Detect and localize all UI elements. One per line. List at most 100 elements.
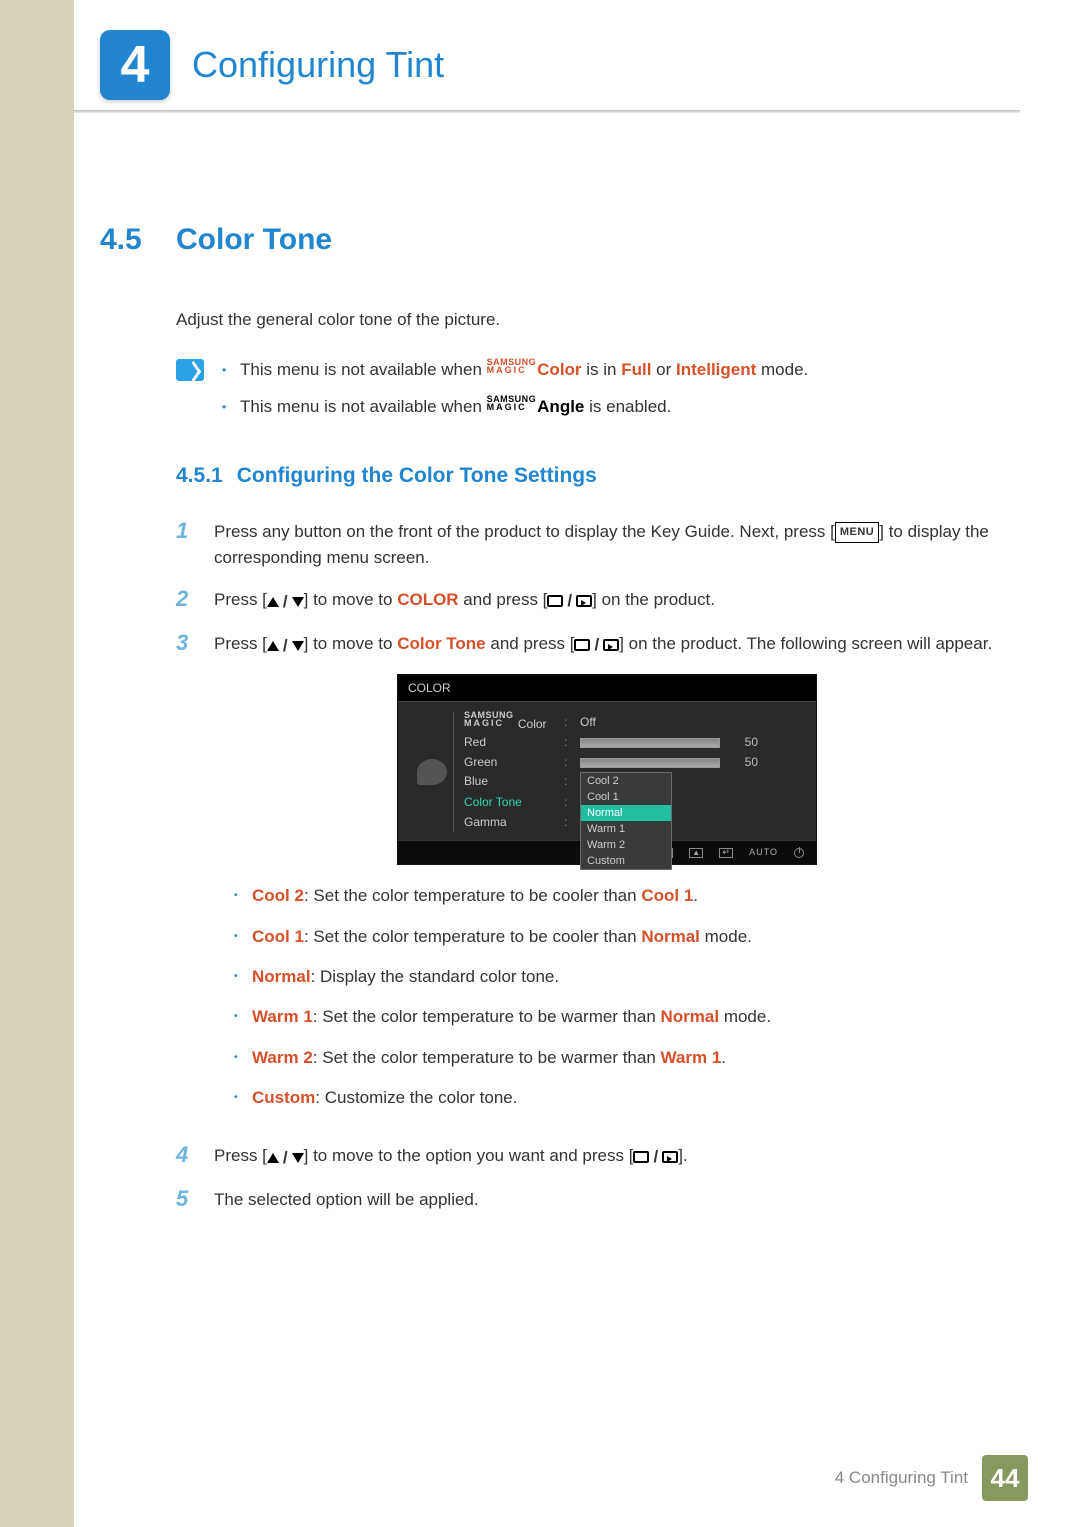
osd-screenshot: COLOR SAMSUNGMAGIC Color : Off	[214, 674, 1000, 866]
hl: Full	[621, 360, 651, 379]
step-body: The selected option will be applied.	[214, 1187, 1000, 1213]
step-number: 4	[176, 1143, 198, 1171]
text: is enabled.	[584, 397, 671, 416]
samsung-magic-logo: SAMSUNGMAGIC	[464, 711, 514, 727]
chapter-title: Configuring Tint	[192, 44, 444, 86]
step-item: 1 Press any button on the front of the p…	[176, 519, 1000, 572]
osd-option-selected: Normal	[581, 805, 671, 821]
hl: Angle	[537, 397, 584, 416]
text: Press [	[214, 590, 267, 609]
text: This menu is not available when	[240, 360, 487, 379]
osd-label: Blue	[464, 772, 556, 791]
enter-source-icon: /	[633, 1144, 678, 1170]
note-item: This menu is not available when SAMSUNGM…	[222, 357, 808, 383]
step-item: 5 The selected option will be applied.	[176, 1187, 1000, 1213]
text: ].	[678, 1146, 687, 1165]
text: Press [	[214, 1146, 267, 1165]
option-descriptions: Cool 2: Set the color temperature to be …	[234, 883, 1000, 1111]
samsung-magic-logo: SAMSUNGMAGIC	[487, 358, 537, 374]
palette-icon	[417, 759, 447, 785]
section-title: Color Tone	[176, 223, 332, 257]
osd-row-green: Green: 50	[464, 752, 804, 772]
text: or	[651, 360, 676, 379]
option-item: Warm 2: Set the color temperature to be …	[234, 1045, 1000, 1071]
osd-label: Green	[464, 753, 556, 772]
osd-row-magiccolor: SAMSUNGMAGIC Color : Off	[464, 712, 804, 732]
subsection-number: 4.5.1	[176, 464, 223, 487]
osd-value: Off	[580, 713, 804, 732]
samsung-magic-logo: SAMSUNGMAGIC	[487, 395, 537, 411]
osd-option: Cool 2	[581, 773, 671, 789]
step-list: 1 Press any button on the front of the p…	[176, 519, 1000, 1214]
text: Press any button on the front of the pro…	[214, 522, 835, 541]
osd-dropdown: Cool 2 Cool 1 Normal Warm 1 Warm 2 Custo…	[580, 772, 672, 870]
note-list: This menu is not available when SAMSUNGM…	[222, 357, 808, 430]
section-number: 4.5	[100, 223, 158, 257]
option-item: Cool 1: Set the color temperature to be …	[234, 924, 1000, 950]
osd-option: Custom	[581, 853, 671, 869]
step-number: 3	[176, 631, 198, 1127]
up-down-icon: /	[267, 589, 304, 615]
text: and press [	[486, 634, 575, 653]
text: and press [	[459, 590, 548, 609]
osd-label: SAMSUNGMAGIC Color	[464, 711, 556, 734]
option-item: Warm 1: Set the color temperature to be …	[234, 1004, 1000, 1030]
hl: Color Tone	[397, 634, 485, 653]
section-heading: 4.5 Color Tone	[100, 223, 1000, 257]
up-down-icon: /	[267, 1145, 304, 1171]
text: ] to move to the option you want and pre…	[304, 1146, 634, 1165]
text: ] on the product. The following screen w…	[619, 634, 992, 653]
note-icon	[176, 359, 204, 381]
step-number: 1	[176, 519, 198, 572]
osd-row-blue: Blue: Cool 2 Cool 1 Normal Warm 1 Wa	[464, 772, 804, 792]
step-number: 5	[176, 1187, 198, 1213]
osd-value: 50	[728, 753, 758, 772]
option-item: Normal: Display the standard color tone.	[234, 964, 1000, 990]
hl: Intelligent	[676, 360, 756, 379]
text: ] to move to	[304, 634, 398, 653]
text: This menu is not available when	[240, 397, 487, 416]
section-intro: Adjust the general color tone of the pic…	[176, 307, 1000, 333]
subsection-title: Configuring the Color Tone Settings	[237, 464, 597, 487]
osd-label-selected: Color Tone	[464, 793, 556, 812]
subsection-heading: 4.5.1 Configuring the Color Tone Settings	[176, 460, 1000, 493]
text: mode.	[756, 360, 808, 379]
step-body: Press [/] to move to the option you want…	[214, 1143, 1000, 1171]
osd-row-red: Red: 50	[464, 732, 804, 752]
step-item: 3 Press [/] to move to Color Tone and pr…	[176, 631, 1000, 1127]
enter-source-icon: /	[547, 588, 592, 614]
footer-chapter-ref: 4 Configuring Tint	[835, 1468, 968, 1488]
osd-rows: SAMSUNGMAGIC Color : Off Red: 50	[464, 712, 804, 832]
up-down-icon: /	[267, 633, 304, 659]
text: ] on the product.	[592, 590, 715, 609]
chapter-number-badge: 4	[100, 30, 170, 100]
hl: COLOR	[397, 590, 458, 609]
osd-category-icon-col	[410, 712, 454, 832]
osd-label: Red	[464, 733, 556, 752]
slider-icon	[580, 758, 720, 768]
osd-option: Warm 1	[581, 821, 671, 837]
page-content: 4 Configuring Tint 4.5 Color Tone Adjust…	[0, 0, 1080, 1214]
section-body: Adjust the general color tone of the pic…	[176, 307, 1000, 1214]
chapter-header: 4 Configuring Tint	[100, 30, 1000, 100]
hl: Color	[537, 360, 581, 379]
power-icon	[794, 848, 804, 858]
enter-source-icon: /	[574, 632, 619, 658]
osd-value: 50	[728, 733, 758, 752]
step-item: 4 Press [/] to move to the option you wa…	[176, 1143, 1000, 1171]
osd-window: COLOR SAMSUNGMAGIC Color : Off	[397, 674, 817, 866]
step-body: Press any button on the front of the pro…	[214, 519, 1000, 572]
step-body: Press [/] to move to Color Tone and pres…	[214, 631, 1000, 1127]
text: Press [	[214, 634, 267, 653]
option-item: Cool 2: Set the color temperature to be …	[234, 883, 1000, 909]
page-footer: 4 Configuring Tint 44	[835, 1455, 1028, 1501]
step-item: 2 Press [/] to move to COLOR and press […	[176, 587, 1000, 615]
menu-button-icon: MENU	[835, 522, 879, 543]
page-number-badge: 44	[982, 1455, 1028, 1501]
header-divider	[74, 110, 1020, 113]
osd-label: Gamma	[464, 813, 556, 832]
osd-option: Warm 2	[581, 837, 671, 853]
text: ] to move to	[304, 590, 398, 609]
note-block: This menu is not available when SAMSUNGM…	[176, 357, 1000, 430]
text: is in	[582, 360, 622, 379]
